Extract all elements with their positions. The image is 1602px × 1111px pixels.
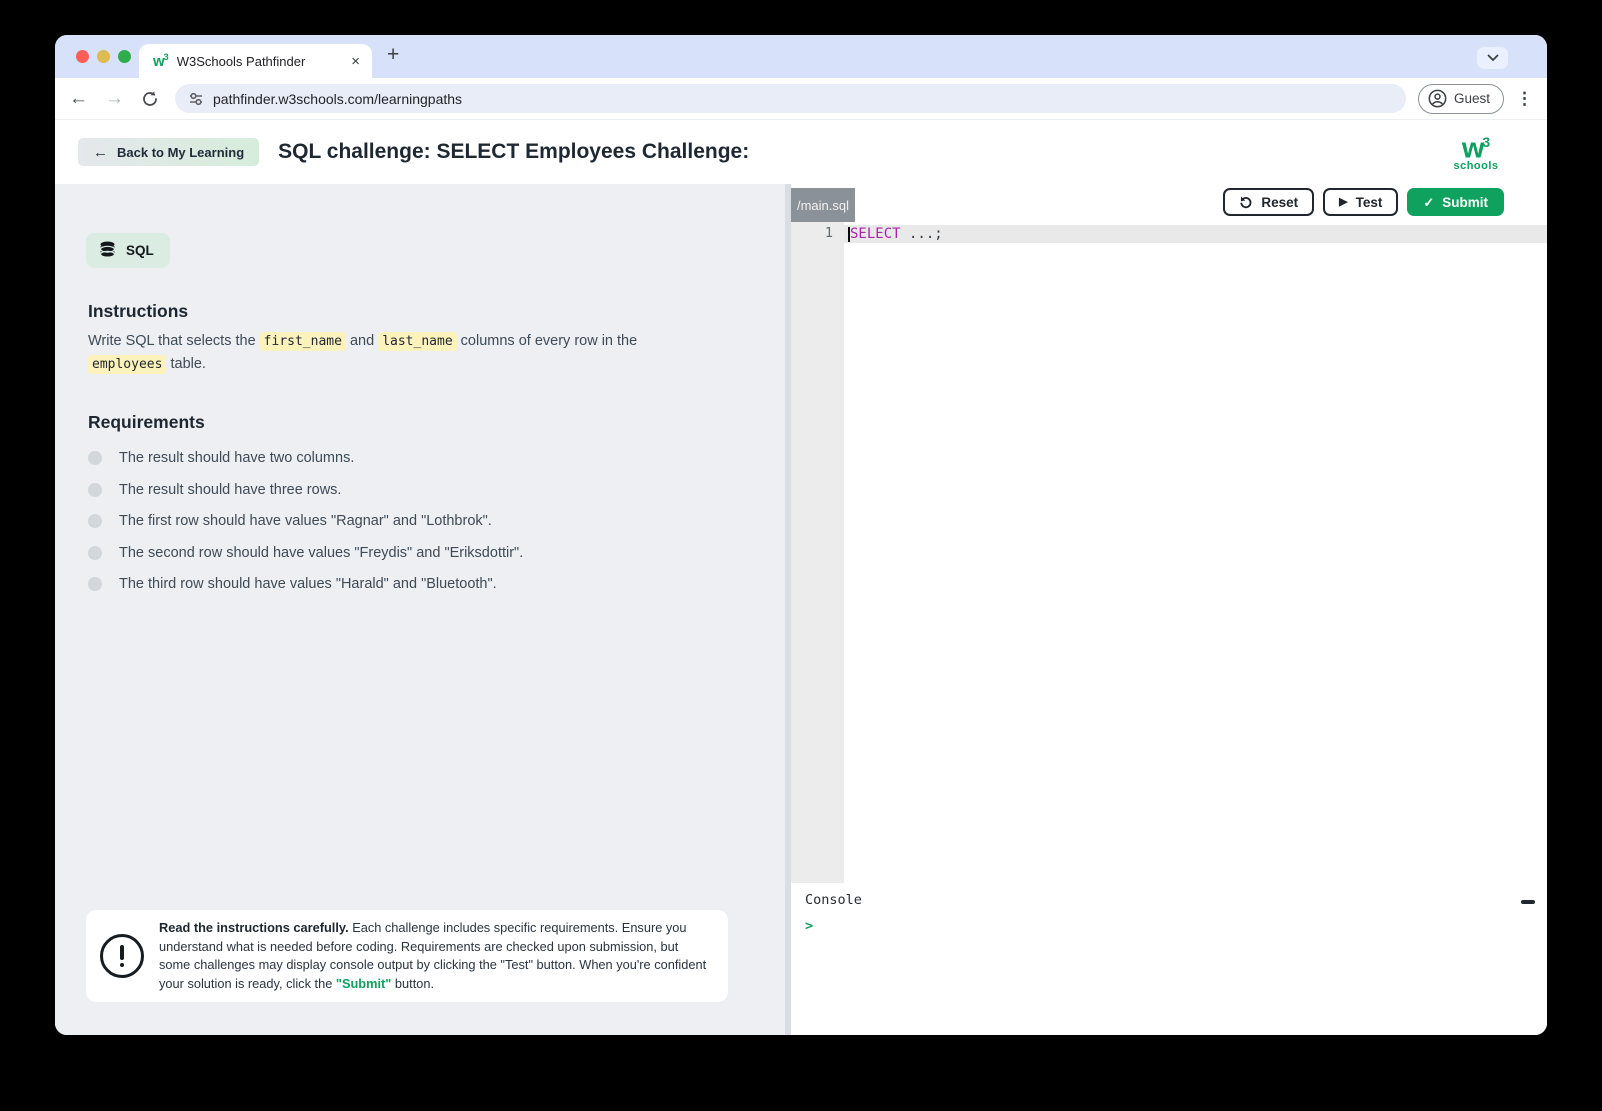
url-text[interactable]: pathfinder.w3schools.com/learningpaths — [213, 91, 462, 107]
forward-navigation-icon: → — [105, 88, 124, 109]
test-button[interactable]: ▶ Test — [1323, 188, 1399, 216]
back-button-label: Back to My Learning — [117, 144, 245, 160]
line-number: 1 — [824, 225, 833, 241]
console-label: Console — [805, 892, 862, 908]
exclamation-icon — [100, 934, 144, 978]
editor-header: /main.sql Reset ▶ Test ✓ Submit — [791, 184, 1547, 222]
file-tab-main-sql[interactable]: /main.sql — [791, 188, 855, 222]
new-tab-button[interactable]: + — [387, 44, 399, 65]
browser-menu-icon[interactable]: ⋮ — [1516, 89, 1533, 109]
submit-button[interactable]: ✓ Submit — [1407, 188, 1504, 216]
requirement-status-icon — [88, 545, 102, 560]
back-navigation-icon[interactable]: ← — [69, 89, 88, 108]
window-controls — [76, 50, 131, 63]
browser-tab[interactable]: w3 W3Schools Pathfinder × — [139, 44, 372, 78]
chevron-down-icon — [1487, 54, 1498, 62]
requirement-item: The result should have two columns. — [88, 448, 785, 469]
requirement-item: The second row should have values "Freyd… — [88, 543, 785, 564]
requirement-text: The result should have two columns. — [119, 450, 355, 466]
tab-search-chevron-button[interactable] — [1477, 47, 1508, 69]
guest-profile-button[interactable]: Guest — [1417, 83, 1504, 114]
w3schools-logo: w3 schools — [1453, 132, 1499, 172]
tab-title: W3Schools Pathfinder — [176, 53, 306, 69]
requirement-item: The third row should have values "Harald… — [88, 574, 785, 595]
instructions-panel: SQL Instructions Write SQL that selects … — [55, 184, 785, 1035]
requirements-heading: Requirements — [88, 412, 205, 432]
reset-button[interactable]: Reset — [1223, 188, 1315, 216]
database-icon — [99, 241, 116, 258]
sql-keyword: SELECT — [850, 226, 901, 242]
requirement-status-icon — [88, 577, 102, 591]
minimize-window-button[interactable] — [97, 50, 110, 63]
editor-actions: Reset ▶ Test ✓ Submit — [1223, 188, 1504, 216]
requirement-item: The first row should have values "Ragnar… — [88, 511, 785, 532]
requirement-status-icon — [88, 451, 102, 465]
page-content: ← Back to My Learning SQL challenge: SEL… — [55, 120, 1547, 1035]
console-panel: Console > — [791, 883, 1547, 1035]
url-bar[interactable]: pathfinder.w3schools.com/learningpaths — [175, 84, 1406, 113]
editor-column: /main.sql Reset ▶ Test ✓ Submit 1 SELECT… — [791, 184, 1547, 1035]
line-number-gutter: 1 — [791, 222, 844, 883]
submit-label: Submit — [1442, 194, 1488, 210]
page-title: SQL challenge: SELECT Employees Challeng… — [278, 140, 750, 163]
close-tab-icon[interactable]: × — [351, 54, 360, 69]
left-arrow-icon: ← — [93, 143, 108, 161]
check-icon: ✓ — [1423, 194, 1435, 210]
maximize-window-button[interactable] — [118, 50, 131, 63]
guest-label: Guest — [1453, 91, 1490, 106]
info-callout-text: Read the instructions carefully. Each ch… — [159, 920, 707, 991]
requirement-item: The result should have three rows. — [88, 480, 785, 501]
sql-badge-label: SQL — [126, 243, 154, 258]
requirement-text: The result should have three rows. — [119, 481, 342, 498]
info-callout: Read the instructions carefully. Each ch… — [86, 910, 728, 1002]
reload-icon[interactable] — [141, 90, 159, 108]
reset-undo-icon — [1240, 196, 1252, 209]
instructions-heading: Instructions — [88, 301, 189, 321]
back-to-learning-button[interactable]: ← Back to My Learning — [78, 138, 260, 166]
console-prompt: > — [805, 918, 814, 934]
challenge-header: ← Back to My Learning SQL challenge: SEL… — [55, 120, 1547, 184]
requirement-text: The third row should have values "Harald… — [119, 576, 497, 592]
play-icon: ▶ — [1339, 195, 1348, 208]
requirement-text: The second row should have values "Freyd… — [119, 544, 524, 561]
browser-toolbar: ← → pathfinder.w3schools.com/learningpat… — [55, 78, 1547, 120]
requirements-list: The result should have two columns. The … — [88, 448, 785, 595]
test-label: Test — [1355, 194, 1383, 210]
reset-label: Reset — [1261, 194, 1299, 210]
close-window-button[interactable] — [76, 50, 89, 63]
browser-window: w3 W3Schools Pathfinder × + ← → pathfind… — [55, 35, 1547, 1035]
w3schools-favicon-icon: w3 — [153, 52, 169, 70]
code-pane[interactable]: SELECT ...; — [844, 222, 1547, 883]
collapse-console-button[interactable] — [1521, 900, 1535, 904]
requirement-status-icon — [88, 514, 102, 528]
requirement-text: The first row should have values "Ragnar… — [119, 513, 492, 529]
sql-badge: SQL — [86, 233, 170, 268]
instructions-text: Write SQL that selects the first_name an… — [88, 332, 638, 374]
code-editor[interactable]: 1 SELECT ...; — [791, 222, 1547, 883]
code-line-1[interactable]: SELECT ...; — [844, 225, 1547, 243]
requirement-status-icon — [88, 482, 102, 497]
tab-strip: w3 W3Schools Pathfinder × + — [55, 35, 1547, 78]
guest-avatar-icon — [1428, 89, 1447, 108]
main-split: SQL Instructions Write SQL that selects … — [55, 184, 1547, 1035]
code-text: ...; — [900, 226, 943, 242]
site-settings-icon[interactable] — [188, 91, 204, 107]
